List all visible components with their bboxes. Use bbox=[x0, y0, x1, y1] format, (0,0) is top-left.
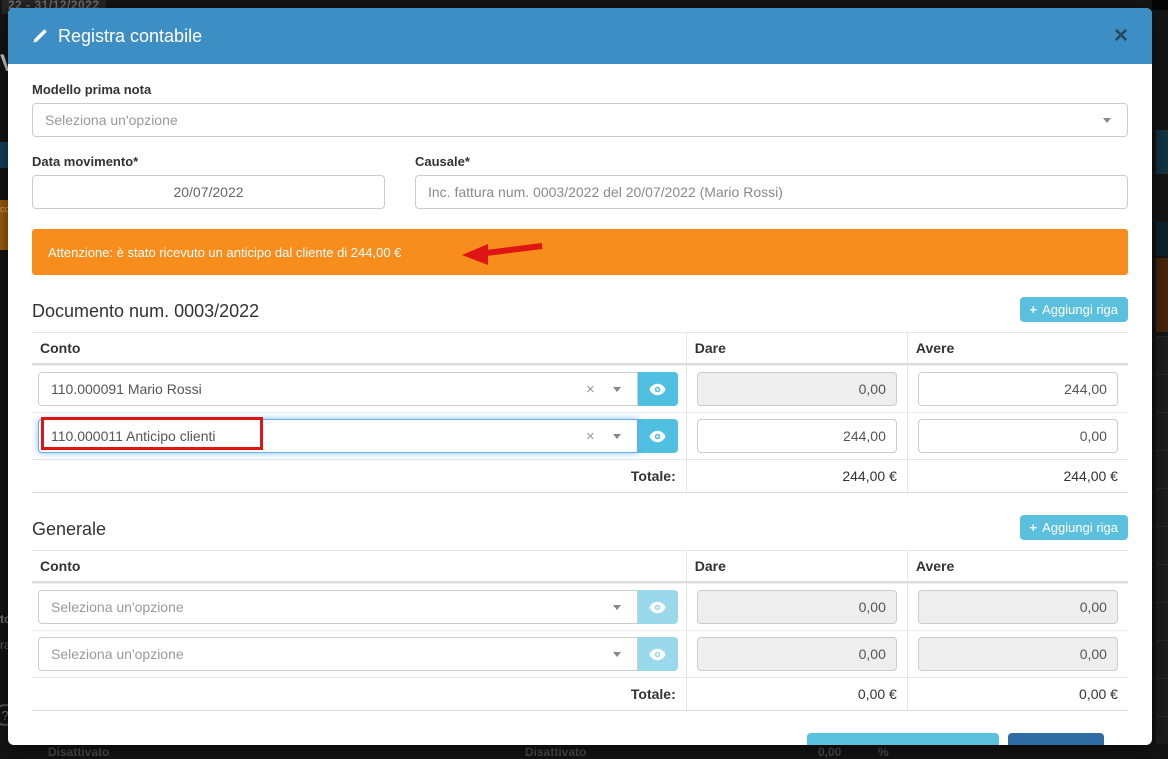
totale-row: Totale: 244,00 € 244,00 € bbox=[32, 459, 1128, 492]
chevron-down-icon bbox=[613, 387, 621, 392]
warning-text: Attenzione: è stato ricevuto un anticipo… bbox=[48, 245, 401, 260]
table-row: 110.000091 Mario Rossi × bbox=[32, 365, 1128, 412]
background-cell: 0,00 bbox=[818, 745, 841, 759]
table-header-row: Conto Dare Avere bbox=[32, 550, 1128, 583]
table-row: Seleziona un'opzione bbox=[32, 583, 1128, 630]
table-row: 110.000011 Anticipo clienti × bbox=[32, 412, 1128, 459]
pencil-icon bbox=[32, 28, 48, 44]
causale-input[interactable] bbox=[415, 175, 1128, 209]
documento-add-row-button[interactable]: + Aggiungi riga bbox=[1020, 297, 1128, 322]
avere-column-header: Avere bbox=[907, 333, 1128, 363]
chevron-down-icon bbox=[613, 652, 621, 657]
eye-button[interactable] bbox=[638, 590, 678, 624]
modello-prima-nota-label: Modello prima nota bbox=[32, 82, 1128, 97]
registra-contabile-modal: Registra contabile × Modello prima nota … bbox=[8, 8, 1152, 745]
background-blue-fragment bbox=[0, 142, 8, 168]
totale-row: Totale: 0,00 € 0,00 € bbox=[32, 677, 1128, 710]
eye-button[interactable] bbox=[638, 419, 678, 453]
modal-body: Modello prima nota Seleziona un'opzione … bbox=[8, 64, 1152, 745]
causale-label: Causale* bbox=[415, 154, 1128, 169]
add-row-label: Aggiungi riga bbox=[1042, 302, 1118, 317]
background-cell: Disattivato bbox=[525, 745, 586, 759]
dare-input[interactable] bbox=[697, 419, 897, 453]
clear-icon[interactable]: × bbox=[576, 428, 605, 445]
chevron-down-icon bbox=[613, 605, 621, 610]
eye-icon bbox=[649, 648, 666, 661]
avere-input bbox=[918, 637, 1118, 671]
documento-table: Conto Dare Avere 110.000091 Mario Rossi … bbox=[32, 332, 1128, 493]
aggiungi-e-crea-modello-button[interactable]: + Aggiungi e crea modello bbox=[807, 733, 999, 745]
generale-table: Conto Dare Avere Seleziona un'opzione bbox=[32, 550, 1128, 711]
button-label: Aggiungi bbox=[1037, 742, 1092, 745]
generale-add-row-button[interactable]: + Aggiungi riga bbox=[1020, 515, 1128, 540]
data-movimento-label: Data movimento* bbox=[32, 154, 385, 169]
totale-label: Totale: bbox=[32, 460, 686, 492]
conto-select[interactable]: 110.000011 Anticipo clienti × bbox=[38, 419, 638, 453]
plus-icon: + bbox=[1030, 302, 1038, 317]
background-fragment bbox=[1156, 258, 1168, 332]
avere-input[interactable] bbox=[918, 419, 1118, 453]
conto-select[interactable]: Seleziona un'opzione bbox=[38, 590, 638, 624]
background-cell: Disattivato bbox=[48, 745, 109, 759]
generale-section-title: Generale bbox=[32, 519, 106, 540]
avere-column-header: Avere bbox=[907, 551, 1128, 581]
plus-icon: + bbox=[1021, 742, 1030, 746]
table-header-row: Conto Dare Avere bbox=[32, 332, 1128, 365]
dare-input bbox=[697, 637, 897, 671]
data-movimento-input[interactable] bbox=[32, 175, 385, 209]
close-icon[interactable]: × bbox=[1110, 22, 1132, 50]
eye-button[interactable] bbox=[638, 637, 678, 671]
aggiungi-button[interactable]: + Aggiungi bbox=[1008, 733, 1104, 745]
background-fragment bbox=[1152, 0, 1168, 10]
screen: 22 - 31/12/2022 V co to ra ? Disattivato… bbox=[0, 0, 1168, 759]
add-row-label: Aggiungi riga bbox=[1042, 520, 1118, 535]
avere-input[interactable] bbox=[918, 372, 1118, 406]
conto-column-header: Conto bbox=[32, 551, 686, 581]
modal-title: Registra contabile bbox=[32, 26, 202, 47]
conto-select[interactable]: Seleziona un'opzione bbox=[38, 637, 638, 671]
conto-select-placeholder: Seleziona un'opzione bbox=[51, 599, 184, 615]
totale-avere: 0,00 € bbox=[907, 678, 1128, 710]
conto-select[interactable]: 110.000091 Mario Rossi × bbox=[38, 372, 638, 406]
avere-input bbox=[918, 590, 1118, 624]
totale-dare: 244,00 € bbox=[686, 460, 907, 492]
warning-banner: Attenzione: è stato ricevuto un anticipo… bbox=[32, 229, 1128, 275]
button-label: Aggiungi e crea modello bbox=[836, 742, 986, 745]
background-table-row: Disattivato Disattivato 0,00 % bbox=[0, 744, 1168, 759]
modal-title-text: Registra contabile bbox=[58, 26, 202, 47]
conto-column-header: Conto bbox=[32, 333, 686, 363]
background-fragment bbox=[1156, 130, 1168, 174]
chevron-down-icon bbox=[1103, 118, 1111, 123]
totale-avere: 244,00 € bbox=[907, 460, 1128, 492]
dare-column-header: Dare bbox=[686, 333, 907, 363]
modal-footer: + Aggiungi e crea modello + Aggiungi bbox=[32, 711, 1128, 745]
eye-button[interactable] bbox=[638, 372, 678, 406]
documento-section-title: Documento num. 0003/2022 bbox=[32, 301, 259, 322]
background-fragment bbox=[1156, 222, 1168, 256]
eye-icon bbox=[649, 601, 666, 614]
clear-icon[interactable]: × bbox=[576, 381, 605, 398]
annotation-arrow bbox=[460, 238, 546, 269]
modello-prima-nota-placeholder: Seleziona un'opzione bbox=[45, 112, 178, 128]
conto-select-value: 110.000011 Anticipo clienti bbox=[51, 428, 216, 444]
dare-input bbox=[697, 372, 897, 406]
eye-icon bbox=[649, 383, 666, 396]
background-cell: % bbox=[878, 745, 889, 759]
modal-header: Registra contabile × bbox=[8, 8, 1152, 64]
table-row: Seleziona un'opzione bbox=[32, 630, 1128, 677]
chevron-down-icon bbox=[613, 434, 621, 439]
background-orange-fragment: co bbox=[0, 200, 8, 250]
totale-dare: 0,00 € bbox=[686, 678, 907, 710]
dare-column-header: Dare bbox=[686, 551, 907, 581]
plus-icon: + bbox=[1030, 520, 1038, 535]
background-fragment bbox=[1156, 336, 1168, 759]
eye-icon bbox=[649, 430, 666, 443]
totale-label: Totale: bbox=[32, 678, 686, 710]
plus-icon: + bbox=[820, 742, 829, 746]
conto-select-placeholder: Seleziona un'opzione bbox=[51, 646, 184, 662]
dare-input bbox=[697, 590, 897, 624]
modello-prima-nota-select[interactable]: Seleziona un'opzione bbox=[32, 103, 1128, 137]
conto-select-value: 110.000091 Mario Rossi bbox=[51, 381, 202, 397]
